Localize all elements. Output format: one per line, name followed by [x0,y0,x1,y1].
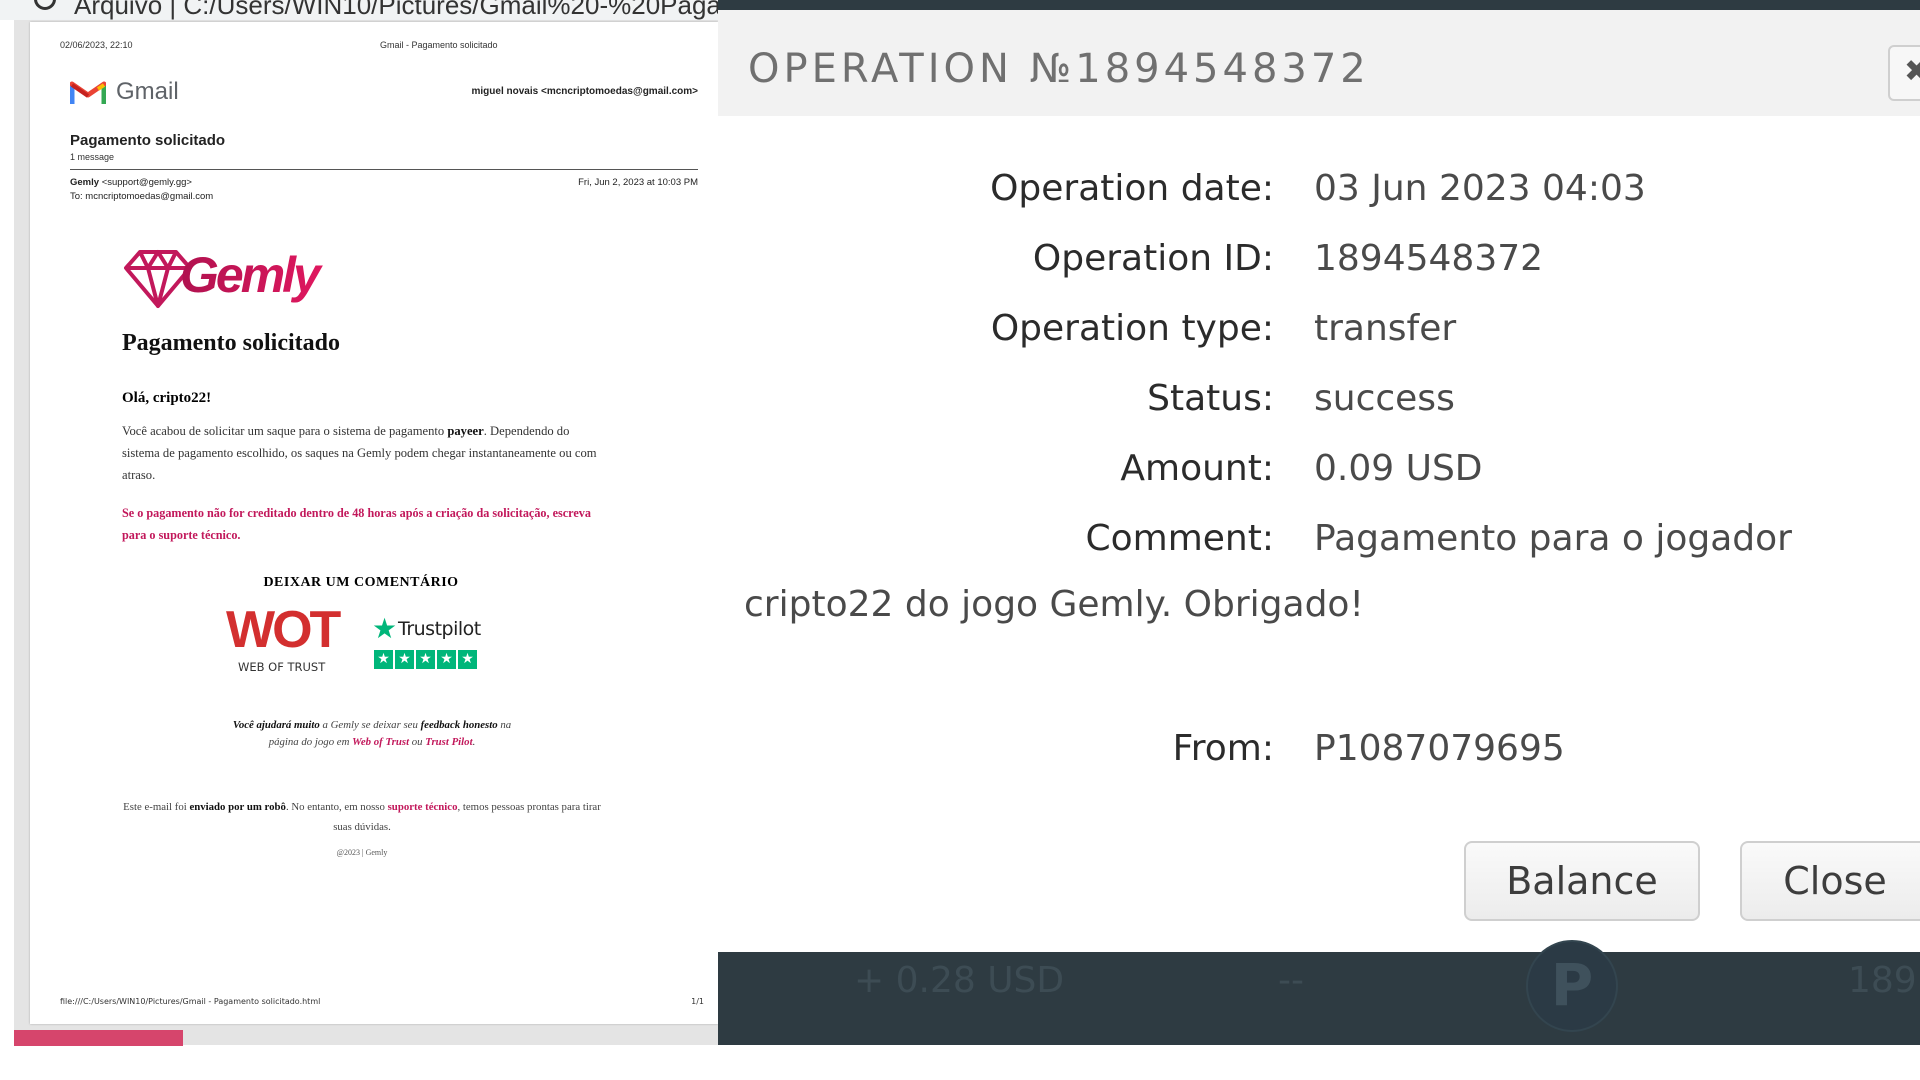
row-comment: Comment: Pagamento para o jogador [718,518,1920,562]
operation-dialog: OPERATION №1894548372 ✖ Operation date: … [718,0,1920,1045]
payment-system: payeer [447,424,484,438]
robot-text: enviado por um robô [189,801,286,813]
top-dark-strip [718,0,1920,10]
row-value: transfer [1314,308,1457,349]
bg-row-dash: -- [1278,960,1304,1001]
dialog-title: OPERATION №1894548372 [748,46,1370,92]
trustpilot-star-icon: ★ [372,612,398,645]
trustpilot-badge[interactable]: ★ Trustpilot ★ ★ ★ ★ ★ [372,612,490,682]
comment-heading: DEIXAR UM COMENTÁRIO [263,575,459,590]
close-icon[interactable]: ✖ [1888,45,1920,101]
copyright: @2023 | Gemly [336,848,388,857]
row-label: Operation date: [990,168,1274,209]
row-label: Comment: [1085,518,1274,559]
close-button[interactable]: Close [1740,841,1920,921]
row-amount: Amount: 0.09 USD [718,448,1920,492]
trustpilot-link[interactable]: Trust Pilot [425,736,472,748]
row-label: Operation type: [990,308,1274,349]
greeting: Olá, cripto22! [122,390,212,406]
account-address: miguel novais <mcncriptomoedas@gmail.com… [471,86,698,97]
fb-text: feedback honesto [420,719,498,731]
wot-caption: WEB OF TRUST [238,660,326,674]
row-operation-id: Operation ID: 1894548372 [718,238,1920,282]
wot-link[interactable]: Web of Trust [352,736,409,748]
address-text[interactable]: Arquivo | C:/Users/WIN10/Pictures/Gmail%… [74,0,718,20]
to-line: To: mcncriptomoedas@gmail.com [70,191,214,202]
row-value: Pagamento para o jogador [1314,518,1792,559]
browser-address-bar[interactable]: Arquivo | C:/Users/WIN10/Pictures/Gmail%… [0,0,718,20]
row-value: 03 Jun 2023 04:03 [1314,168,1646,209]
gmail-logo-icon [70,81,106,104]
fb-text: . [472,736,476,748]
star-icon: ★ [395,650,414,669]
feedback-note: Você ajudará muito a Gemly se deixar seu… [222,717,522,751]
row-label: Operation ID: [1032,238,1274,279]
star-icon: ★ [416,650,435,669]
row-value: 0.09 USD [1314,448,1483,489]
gemly-logo: Gemly [124,247,326,308]
row-label: Amount: [1120,448,1274,489]
from-name: Gemly [70,177,100,188]
bg-row-id: 189 [1848,960,1917,1001]
robot-text: Este e-mail foi [123,801,190,813]
balance-button[interactable]: Balance [1464,841,1700,921]
withdrawal-paragraph: Você acabou de solicitar um saque para o… [122,420,602,486]
wot-badge[interactable]: WOT WEB OF TRUST [226,601,344,680]
row-value: P1087079695 [1314,728,1565,769]
support-link[interactable]: suporte técnico [388,801,458,813]
row-label: Status: [1147,378,1274,419]
row-label: From: [1172,728,1274,769]
fb-text: ou [409,736,426,748]
sent-time: Fri, Jun 2, 2023 at 10:03 PM [578,177,698,188]
star-icon: ★ [437,650,456,669]
support-warning: Se o pagamento não for creditado dentro … [122,506,591,542]
bg-row-amount: + 0.28 USD [854,960,1065,1001]
divider [70,169,698,170]
fb-text: Você ajudará muito [232,719,320,731]
accent-strip [14,1030,183,1046]
print-title: Gmail - Pagamento solicitado [380,40,498,50]
print-date: 02/06/2023, 22:10 [60,40,133,50]
gmail-wordmark: Gmail [116,78,179,105]
trustpilot-label: Trustpilot [398,618,481,640]
para-text: Você acabou de solicitar um saque para o… [122,424,448,438]
row-status: Status: success [718,378,1920,422]
row-value: 1894548372 [1314,238,1544,279]
comment-continued: cripto22 do jogo Gemly. Obrigado! [744,584,1364,625]
robot-text: . No entanto, em nosso [285,801,388,813]
trustpilot-rating: ★ ★ ★ ★ ★ [374,650,477,669]
star-icon: ★ [374,650,393,669]
email-print-preview: Arquivo | C:/Users/WIN10/Pictures/Gmail%… [0,0,718,1080]
wot-logo: WOT [226,601,341,659]
email-subject: Pagamento solicitado [70,132,226,149]
robot-note: Este e-mail foi enviado por um robô. No … [122,797,602,837]
row-value: success [1314,378,1455,419]
message-count: 1 message [70,152,115,162]
from-address: <support@gemly.gg> [101,177,192,188]
row-from: From: P1087079695 [718,728,1920,772]
payeer-badge-icon: P [1526,940,1618,1032]
star-icon: ★ [458,650,477,669]
row-operation-type: Operation type: transfer [718,308,1920,352]
row-operation-date: Operation date: 03 Jun 2023 04:03 [718,168,1920,212]
fb-text: a Gemly se deixar seu [319,719,421,731]
gemly-logo-text: Gemly [180,247,323,303]
from-line: Gemly <support@gemly.gg> [70,177,192,188]
email-heading: Pagamento solicitado [122,330,340,356]
dialog-header: OPERATION №1894548372 ✖ [718,10,1920,116]
info-icon[interactable] [34,0,56,10]
